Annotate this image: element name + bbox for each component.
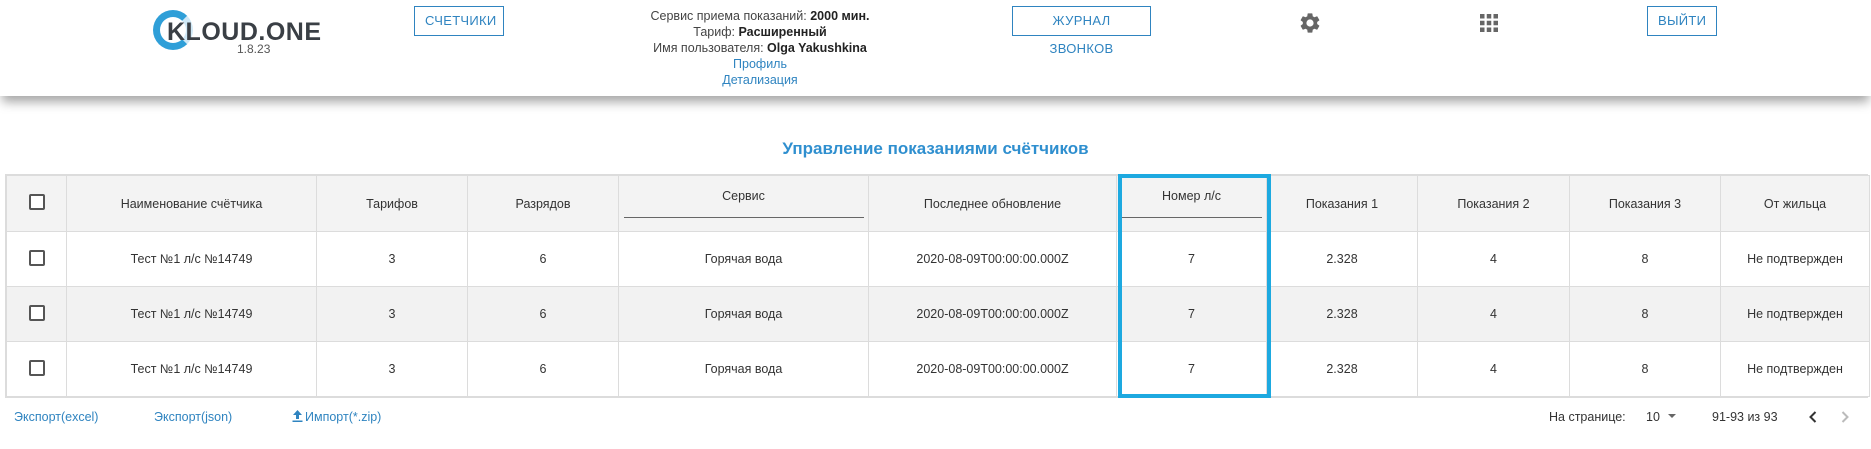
column-header[interactable]: Показания 2 xyxy=(1417,175,1570,232)
user-label: Имя пользователя: xyxy=(653,41,764,55)
table-cell: 6 xyxy=(467,231,619,287)
service-value: 2000 мин. xyxy=(810,9,870,23)
table-cell: 2020-08-09T00:00:00.000Z xyxy=(868,286,1117,342)
column-header[interactable]: Наименование счётчика xyxy=(66,175,317,232)
column-header[interactable]: Тарифов xyxy=(316,175,468,232)
table-cell: Тест №1 л/с №14749 xyxy=(66,286,317,342)
table-cell: 2.328 xyxy=(1266,341,1418,397)
import-zip-label: Импорт(*.zip) xyxy=(305,410,382,424)
import-zip-link[interactable]: Импорт(*.zip) xyxy=(292,410,381,424)
apps-button[interactable] xyxy=(1474,8,1504,38)
column-header-service[interactable]: Сервис xyxy=(618,175,869,232)
grid-icon xyxy=(1480,14,1498,32)
tariff-value: Расширенный xyxy=(738,25,827,39)
column-header-account[interactable]: Номер л/с xyxy=(1116,175,1267,232)
caret-down-icon xyxy=(1668,414,1677,418)
column-header[interactable]: Последнее обновление xyxy=(868,175,1117,232)
column-header[interactable]: Показания 3 xyxy=(1569,175,1721,232)
column-header[interactable]: От жильца xyxy=(1720,175,1870,232)
table-cell: 4 xyxy=(1417,286,1570,342)
export-json-link[interactable]: Экспорт(json) xyxy=(154,410,232,424)
top-header: KLOUD.ONE 1.8.23 СЧЕТЧИКИ Сервис приема … xyxy=(0,0,1871,96)
table-cell: Не подтвержден xyxy=(1720,286,1870,342)
select-all-cell[interactable] xyxy=(6,175,67,232)
table-cell: 8 xyxy=(1569,231,1721,287)
table-cell: 7 xyxy=(1116,231,1267,287)
account-filter-input[interactable] xyxy=(1121,217,1262,218)
meters-button[interactable]: СЧЕТЧИКИ xyxy=(414,6,504,36)
service-filter-input[interactable] xyxy=(623,217,864,218)
column-header[interactable]: Показания 1 xyxy=(1266,175,1418,232)
pagination-range: 91-93 из 93 xyxy=(1712,410,1778,424)
per-page-select[interactable]: 10 xyxy=(1646,410,1677,424)
row-checkbox[interactable] xyxy=(28,304,45,321)
call-log-button[interactable]: ЖУРНАЛ ЗВОНКОВ xyxy=(1012,6,1151,56)
table-cell: 8 xyxy=(1569,286,1721,342)
table-cell: 2.328 xyxy=(1266,231,1418,287)
table-cell: Горячая вода xyxy=(618,231,869,287)
app-logo[interactable]: KLOUD.ONE 1.8.23 xyxy=(153,6,321,56)
app-version: 1.8.23 xyxy=(237,42,271,56)
table-cell: 4 xyxy=(1417,341,1570,397)
table-cell: 2020-08-09T00:00:00.000Z xyxy=(868,231,1117,287)
table-row[interactable]: Тест №1 л/с №14749 3 6 Горячая вода 2020… xyxy=(6,286,1870,342)
next-page-button[interactable] xyxy=(1833,404,1857,430)
user-value: Olga Yakushkina xyxy=(767,41,867,55)
table-cell: 2020-08-09T00:00:00.000Z xyxy=(868,341,1117,397)
table-cell: Горячая вода xyxy=(618,286,869,342)
select-all-checkbox[interactable] xyxy=(28,194,45,210)
previous-page-button[interactable] xyxy=(1801,404,1825,430)
column-header-label: Сервис xyxy=(722,189,765,203)
row-checkbox[interactable] xyxy=(28,359,45,376)
column-header[interactable]: Разрядов xyxy=(467,175,619,232)
logout-button[interactable]: ВЫЙТИ xyxy=(1647,6,1717,36)
per-page-value: 10 xyxy=(1646,410,1660,424)
table-header-row: Наименование счётчика Тарифов Разрядов С… xyxy=(6,175,1870,232)
table-row[interactable]: Тест №1 л/с №14749 3 6 Горячая вода 2020… xyxy=(6,341,1870,397)
table-footer: Экспорт(excel) Экспорт(json) Импорт(*.zi… xyxy=(0,398,1871,438)
row-checkbox[interactable] xyxy=(28,249,45,266)
upload-icon xyxy=(292,410,303,422)
tariff-label: Тариф: xyxy=(693,25,735,39)
service-label: Сервис приема показаний: xyxy=(650,9,807,23)
table-cell: 7 xyxy=(1116,341,1267,397)
table-cell: 6 xyxy=(467,341,619,397)
chevron-right-icon xyxy=(1841,411,1849,423)
export-excel-link[interactable]: Экспорт(excel) xyxy=(14,410,98,424)
table-cell: 6 xyxy=(467,286,619,342)
table-cell: Не подтвержден xyxy=(1720,341,1870,397)
table-cell: 8 xyxy=(1569,341,1721,397)
table-cell: 7 xyxy=(1116,286,1267,342)
page-title: Управление показаниями счётчиков xyxy=(782,139,1089,158)
table-cell: 2.328 xyxy=(1266,286,1418,342)
table-cell: 3 xyxy=(316,341,468,397)
profile-link[interactable]: Профиль xyxy=(733,57,787,71)
gear-icon xyxy=(1300,13,1320,33)
meters-table: Наименование счётчика Тарифов Разрядов С… xyxy=(5,174,1870,398)
table-cell: Не подтвержден xyxy=(1720,231,1870,287)
chevron-left-icon xyxy=(1809,411,1817,423)
table-cell: Горячая вода xyxy=(618,341,869,397)
details-link[interactable]: Детализация xyxy=(722,73,797,87)
settings-button[interactable] xyxy=(1295,8,1325,38)
account-info: Сервис приема показаний: 2000 мин. Тариф… xyxy=(620,8,900,88)
table-cell: 3 xyxy=(316,286,468,342)
table-cell: Тест №1 л/с №14749 xyxy=(66,341,317,397)
column-header-label: Номер л/с xyxy=(1162,189,1221,203)
table-cell: 3 xyxy=(316,231,468,287)
table-cell: Тест №1 л/с №14749 xyxy=(66,231,317,287)
per-page-label: На странице: xyxy=(1549,410,1626,424)
table-cell: 4 xyxy=(1417,231,1570,287)
table-row[interactable]: Тест №1 л/с №14749 3 6 Горячая вода 2020… xyxy=(6,231,1870,287)
